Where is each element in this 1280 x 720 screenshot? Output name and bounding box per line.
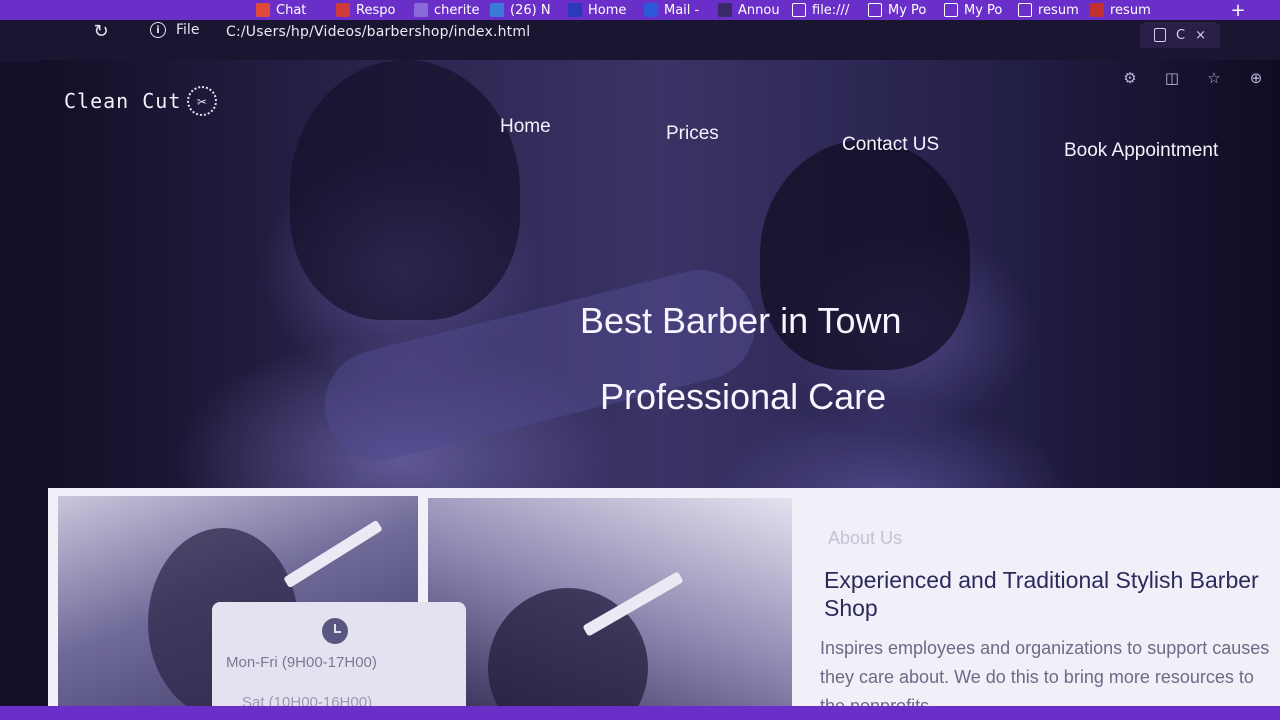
tab-responses[interactable]: Respo [330, 0, 400, 20]
tab-my-portfolio[interactable]: My Po [862, 0, 934, 20]
page-icon [1018, 3, 1032, 17]
page-icon [868, 3, 882, 17]
page-icon [944, 3, 958, 17]
nav-contact[interactable]: Contact US [842, 134, 939, 156]
extensions-icon[interactable]: ⚙ [1120, 68, 1140, 88]
scissors-icon: ✂ [187, 86, 218, 116]
opening-hours-card: Mon-Fri (9H00-17H00) Sat (10H00-16H00) [212, 602, 466, 720]
url-field[interactable]: C:/Users/hp/Videos/barbershop/index.html [226, 24, 530, 40]
tab-cherite[interactable]: cherite [408, 0, 480, 20]
new-tab-button[interactable]: + [1226, 0, 1250, 20]
address-bar: ↻ i File C:/Users/hp/Videos/barbershop/i… [0, 20, 1280, 62]
tab-announcements[interactable]: Annou [712, 0, 784, 20]
nav-prices[interactable]: Prices [666, 123, 719, 145]
tab-favicon-icon [718, 3, 732, 17]
about-section: Mon-Fri (9H00-17H00) Sat (10H00-16H00) A… [48, 488, 1280, 720]
split-screen-icon[interactable]: ◫ [1162, 68, 1182, 88]
clock-icon [322, 618, 348, 644]
tab-favicon-icon [256, 3, 270, 17]
file-icon [792, 3, 806, 17]
collections-icon[interactable]: ⊕ [1246, 68, 1266, 88]
tab-file[interactable]: file:/// [786, 0, 858, 20]
site-logo[interactable]: Clean Cut ✂ [64, 86, 218, 116]
browser-tab-bar: Chat Respo cherite (26) N Home Mail - An… [0, 0, 1280, 20]
address-scheme-label: File [176, 22, 200, 38]
favorites-icon[interactable]: ☆ [1204, 68, 1224, 88]
about-title: Experienced and Traditional Stylish Barb… [824, 567, 1259, 621]
pdf-icon [1090, 3, 1104, 17]
nav-book-appointment[interactable]: Book Appointment [1064, 140, 1218, 162]
screen: Chat Respo cherite (26) N Home Mail - An… [0, 0, 1280, 720]
tab-resume[interactable]: resum [1012, 0, 1082, 20]
tab-favicon-icon [490, 3, 504, 17]
active-tab[interactable]: C × [1140, 22, 1220, 48]
page-icon [1154, 28, 1166, 42]
tab-linkedin[interactable]: (26) N [484, 0, 556, 20]
tab-home[interactable]: Home [562, 0, 634, 20]
hero-subline: Professional Care [600, 376, 887, 417]
hero-headline: Best Barber in Town [580, 300, 902, 341]
barber-figure [290, 60, 520, 320]
hours-weekday: Mon-Fri (9H00-17H00) [226, 654, 377, 671]
logo-text: Clean Cut [64, 89, 182, 113]
tab-favicon-icon [336, 3, 350, 17]
nav-home[interactable]: Home [500, 116, 551, 138]
tab-resume-pdf[interactable]: resum [1084, 0, 1154, 20]
tab-chat[interactable]: Chat [250, 0, 320, 20]
os-taskbar [0, 706, 1280, 720]
tab-mail[interactable]: Mail - [638, 0, 710, 20]
about-label: About Us [828, 528, 903, 548]
info-icon[interactable]: i [150, 22, 166, 38]
tab-favicon-icon [414, 3, 428, 17]
outlook-icon [644, 3, 658, 17]
reload-icon[interactable]: ↻ [90, 20, 112, 42]
tab-favicon-icon [568, 3, 582, 17]
tab-my-portfolio-2[interactable]: My Po [938, 0, 1010, 20]
hero-section: ⚙ ◫ ☆ ⊕ Clean Cut ✂ Home Prices Contact … [40, 60, 1280, 500]
active-tab-label: C [1176, 27, 1186, 43]
close-tab-icon[interactable]: × [1195, 28, 1206, 43]
browser-toolbar-icons: ⚙ ◫ ☆ ⊕ [1120, 68, 1266, 88]
